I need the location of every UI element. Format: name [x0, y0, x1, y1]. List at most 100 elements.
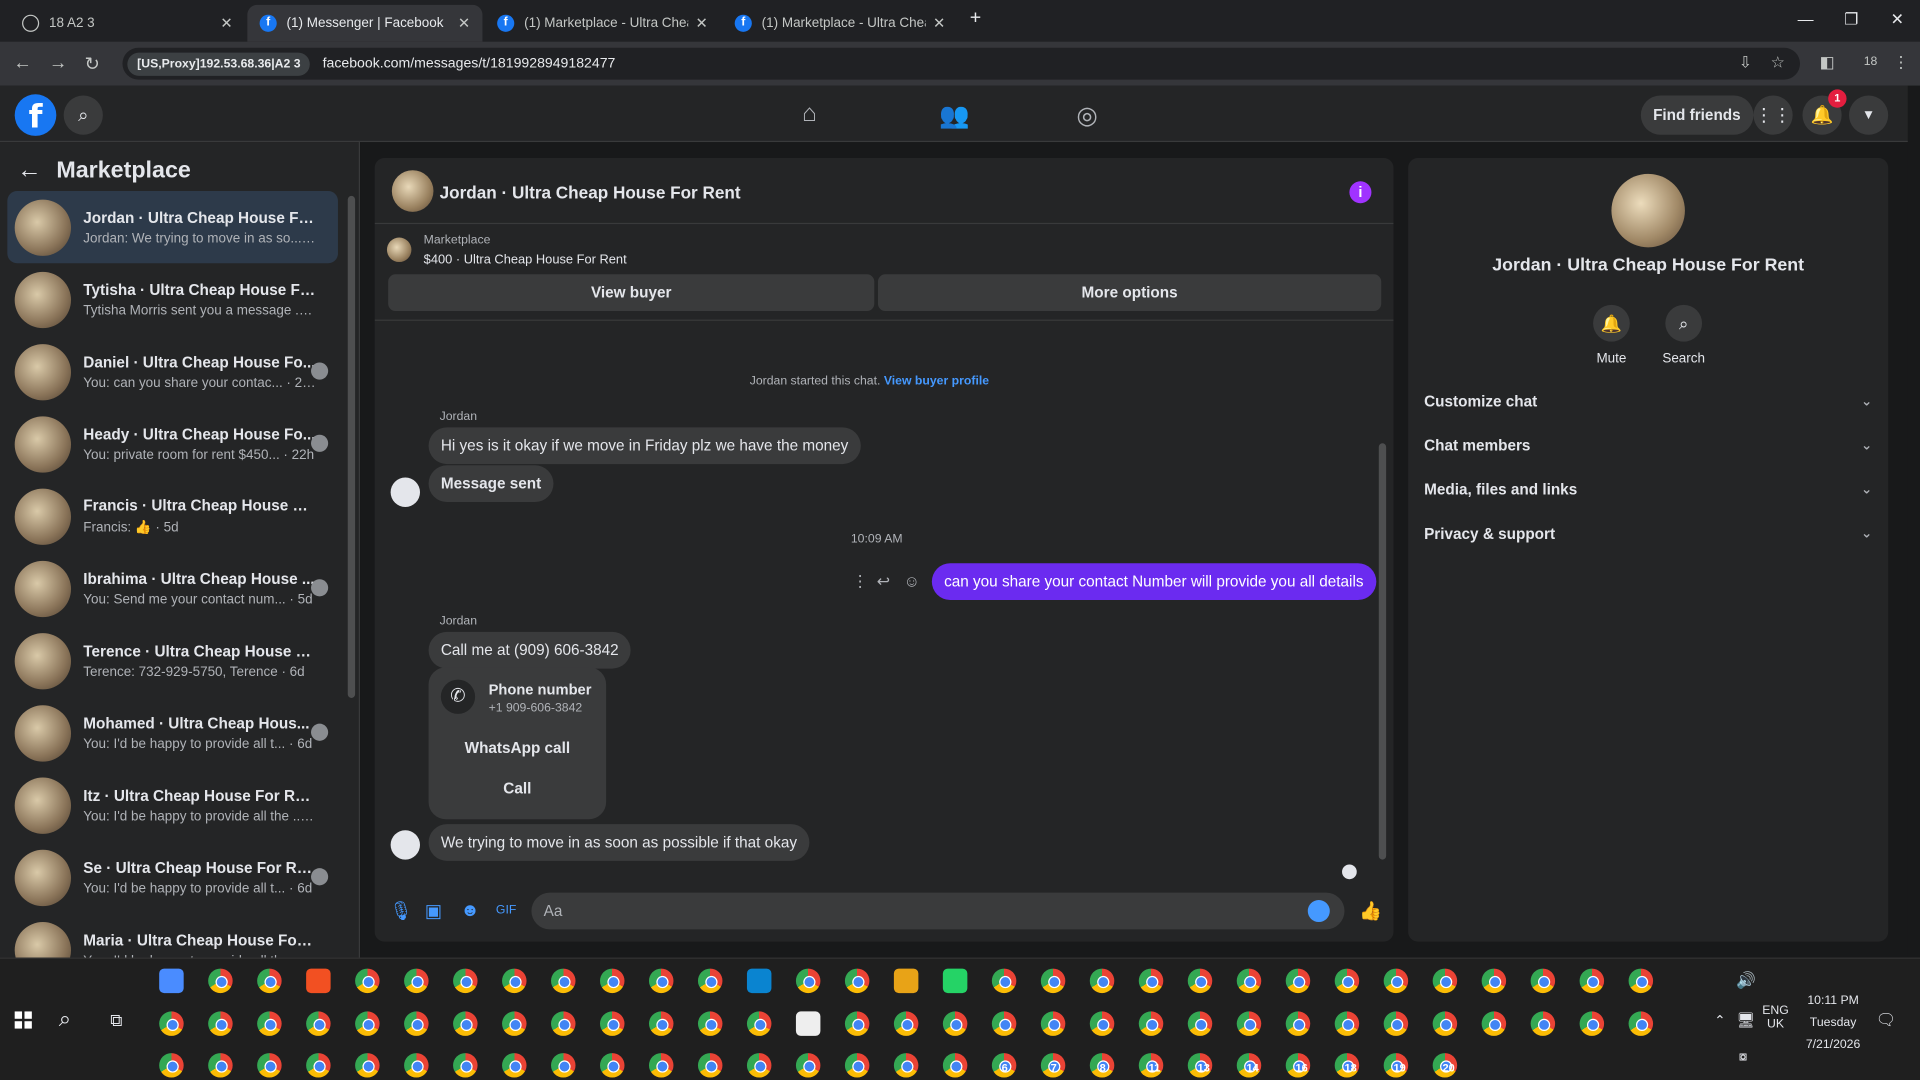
whatsapp-call-button[interactable]: WhatsApp call: [429, 740, 607, 757]
taskbar-clock[interactable]: 10:11 PM Tuesday 7/21/2026: [1795, 991, 1871, 1057]
url-text[interactable]: facebook.com/messages/t/1819928949182477: [323, 56, 616, 71]
chrome-icon[interactable]: [404, 1053, 429, 1078]
chrome-icon[interactable]: [404, 1011, 429, 1036]
page-scrollbar[interactable]: [1907, 85, 1920, 958]
taskbar-app-icon[interactable]: [306, 968, 331, 994]
address-bar[interactable]: [US,Proxy]192.53.68.36|A2 3 facebook.com…: [122, 47, 1801, 80]
chrome-icon[interactable]: [1089, 968, 1115, 994]
chrome-icon[interactable]: [1040, 968, 1066, 994]
chrome-icon[interactable]: [502, 1011, 527, 1036]
chrome-icon[interactable]: [551, 1053, 576, 1078]
incoming-message[interactable]: Message sent: [428, 465, 554, 503]
chrome-icon[interactable]: [795, 968, 821, 994]
chrome-icon[interactable]: [600, 968, 625, 994]
menu-grid-icon[interactable]: ⋮⋮: [1753, 95, 1793, 135]
microphone-icon[interactable]: 🎙: [389, 900, 412, 922]
chrome-icon[interactable]: [1187, 968, 1213, 994]
thread-scrollbar[interactable]: [1378, 443, 1387, 860]
conversation-item[interactable]: Tytisha · Ultra Cheap House For ... Tytis…: [7, 263, 338, 335]
notifications-bell-icon[interactable]: 🔔 1: [1802, 89, 1847, 135]
chrome-icon[interactable]: [1285, 1011, 1311, 1036]
info-icon[interactable]: i: [1349, 181, 1372, 204]
conversation-item[interactable]: Mohamed · Ultra Cheap Hous... You: I'd be…: [7, 697, 338, 769]
chrome-icon[interactable]: [208, 1053, 233, 1078]
chrome-icon[interactable]: [1334, 968, 1360, 994]
search-icon[interactable]: ⌕: [63, 95, 103, 135]
chrome-icon[interactable]: [1481, 968, 1507, 994]
chrome-icon[interactable]: [1432, 1011, 1458, 1036]
chrome-icon[interactable]: [697, 968, 723, 994]
chrome-icon[interactable]: [893, 1053, 919, 1078]
windows-start-icon[interactable]: [14, 1011, 32, 1029]
close-tab-icon[interactable]: ✕: [220, 15, 232, 32]
react-emoji-icon[interactable]: ☺: [904, 572, 920, 590]
chrome-icon[interactable]: [404, 968, 429, 994]
section-media-files-links[interactable]: Media, files and links ⌄: [1424, 473, 1872, 507]
incoming-message[interactable]: Hi yes is it okay if we move in Friday p…: [428, 427, 861, 465]
chrome-icon[interactable]: [257, 1011, 282, 1036]
chrome-icon[interactable]: [502, 1053, 527, 1078]
browser-tab-1[interactable]: 18 A2 3 ✕: [10, 5, 245, 42]
close-window-icon[interactable]: ✕: [1891, 10, 1904, 30]
chrome-icon[interactable]: [1138, 1011, 1164, 1036]
incoming-message[interactable]: We trying to move in as soon as possible…: [428, 824, 810, 861]
task-view-icon[interactable]: ⧉: [110, 1010, 122, 1031]
conversation-item[interactable]: Heady · Ultra Cheap House Fo... You: priv…: [7, 408, 338, 480]
groups-icon[interactable]: ◎: [1076, 100, 1097, 131]
taskbar-app-icon[interactable]: [795, 1011, 821, 1036]
chrome-icon[interactable]: [257, 968, 282, 994]
chrome-icon[interactable]: [551, 1011, 576, 1036]
side-panel-icon[interactable]: ◧: [1820, 53, 1835, 73]
incoming-message[interactable]: Call me at (909) 606-3842: [428, 631, 631, 669]
chrome-icon[interactable]: [844, 1053, 870, 1078]
chrome-icon[interactable]: [600, 1011, 625, 1036]
chat-avatar[interactable]: [391, 170, 434, 212]
chrome-icon[interactable]: [1236, 1011, 1262, 1036]
taskbar-app-icon[interactable]: [893, 968, 919, 994]
proxy-chip[interactable]: [US,Proxy]192.53.68.36|A2 3: [127, 52, 311, 76]
conversation-item[interactable]: Terence · Ultra Cheap House For... Terenc…: [7, 624, 338, 696]
conversation-item[interactable]: Daniel · Ultra Cheap House Fo... You: can…: [7, 336, 338, 408]
language-indicator[interactable]: ENG UK: [1761, 1004, 1790, 1031]
conversation-item[interactable]: Jordan · Ultra Cheap House For ... Jordan…: [7, 191, 338, 264]
reload-icon[interactable]: ↻: [84, 53, 99, 75]
chrome-icon[interactable]: [942, 1053, 968, 1078]
chrome-icon[interactable]: [942, 1011, 968, 1036]
sidebar-scrollbar[interactable]: [347, 195, 356, 698]
chrome-icon[interactable]: [1628, 968, 1654, 994]
mute-button[interactable]: 🔔 Mute: [1575, 304, 1648, 366]
section-chat-members[interactable]: Chat members ⌄: [1424, 429, 1872, 463]
chrome-icon[interactable]: [844, 968, 870, 994]
back-icon[interactable]: ←: [13, 53, 31, 74]
chrome-icon[interactable]: [1040, 1011, 1066, 1036]
chrome-icon[interactable]: [1481, 1011, 1507, 1036]
taskbar-app-icon[interactable]: [942, 968, 968, 994]
reply-icon[interactable]: ↩: [877, 572, 890, 592]
chrome-icon[interactable]: [355, 1053, 380, 1078]
browser-menu-icon[interactable]: ⋮: [1893, 53, 1909, 73]
conversation-item[interactable]: Se · Ultra Cheap House For Rent You: I'd …: [7, 841, 338, 913]
chrome-icon[interactable]: [355, 1011, 380, 1036]
chrome-icon[interactable]: [648, 968, 674, 994]
chrome-icon[interactable]: [453, 1053, 478, 1078]
profile-avatar[interactable]: [1611, 173, 1685, 248]
chrome-icon[interactable]: [502, 968, 527, 994]
forward-icon[interactable]: →: [49, 53, 67, 74]
chrome-icon[interactable]: [795, 1053, 821, 1078]
chat-title[interactable]: Jordan · Ultra Cheap House For Rent: [440, 182, 741, 202]
new-tab-icon[interactable]: +: [970, 7, 981, 29]
chrome-icon[interactable]: [1285, 968, 1311, 994]
chrome-icon[interactable]: [844, 1011, 870, 1036]
browser-tab-2[interactable]: f (1) Messenger | Facebook ✕: [247, 4, 483, 42]
chrome-icon[interactable]: [1530, 968, 1556, 994]
chrome-icon[interactable]: [551, 968, 576, 994]
chrome-icon[interactable]: [159, 1011, 184, 1036]
chrome-icon[interactable]: [1628, 1011, 1654, 1036]
profile-label[interactable]: 18: [1864, 55, 1878, 68]
chrome-icon[interactable]: [648, 1053, 674, 1078]
chrome-icon[interactable]: [355, 968, 380, 994]
facebook-logo[interactable]: f: [14, 94, 57, 136]
sticker-icon[interactable]: ☻: [460, 900, 479, 921]
minimize-icon[interactable]: —: [1798, 10, 1814, 28]
thumbs-up-icon[interactable]: 👍: [1359, 900, 1382, 922]
